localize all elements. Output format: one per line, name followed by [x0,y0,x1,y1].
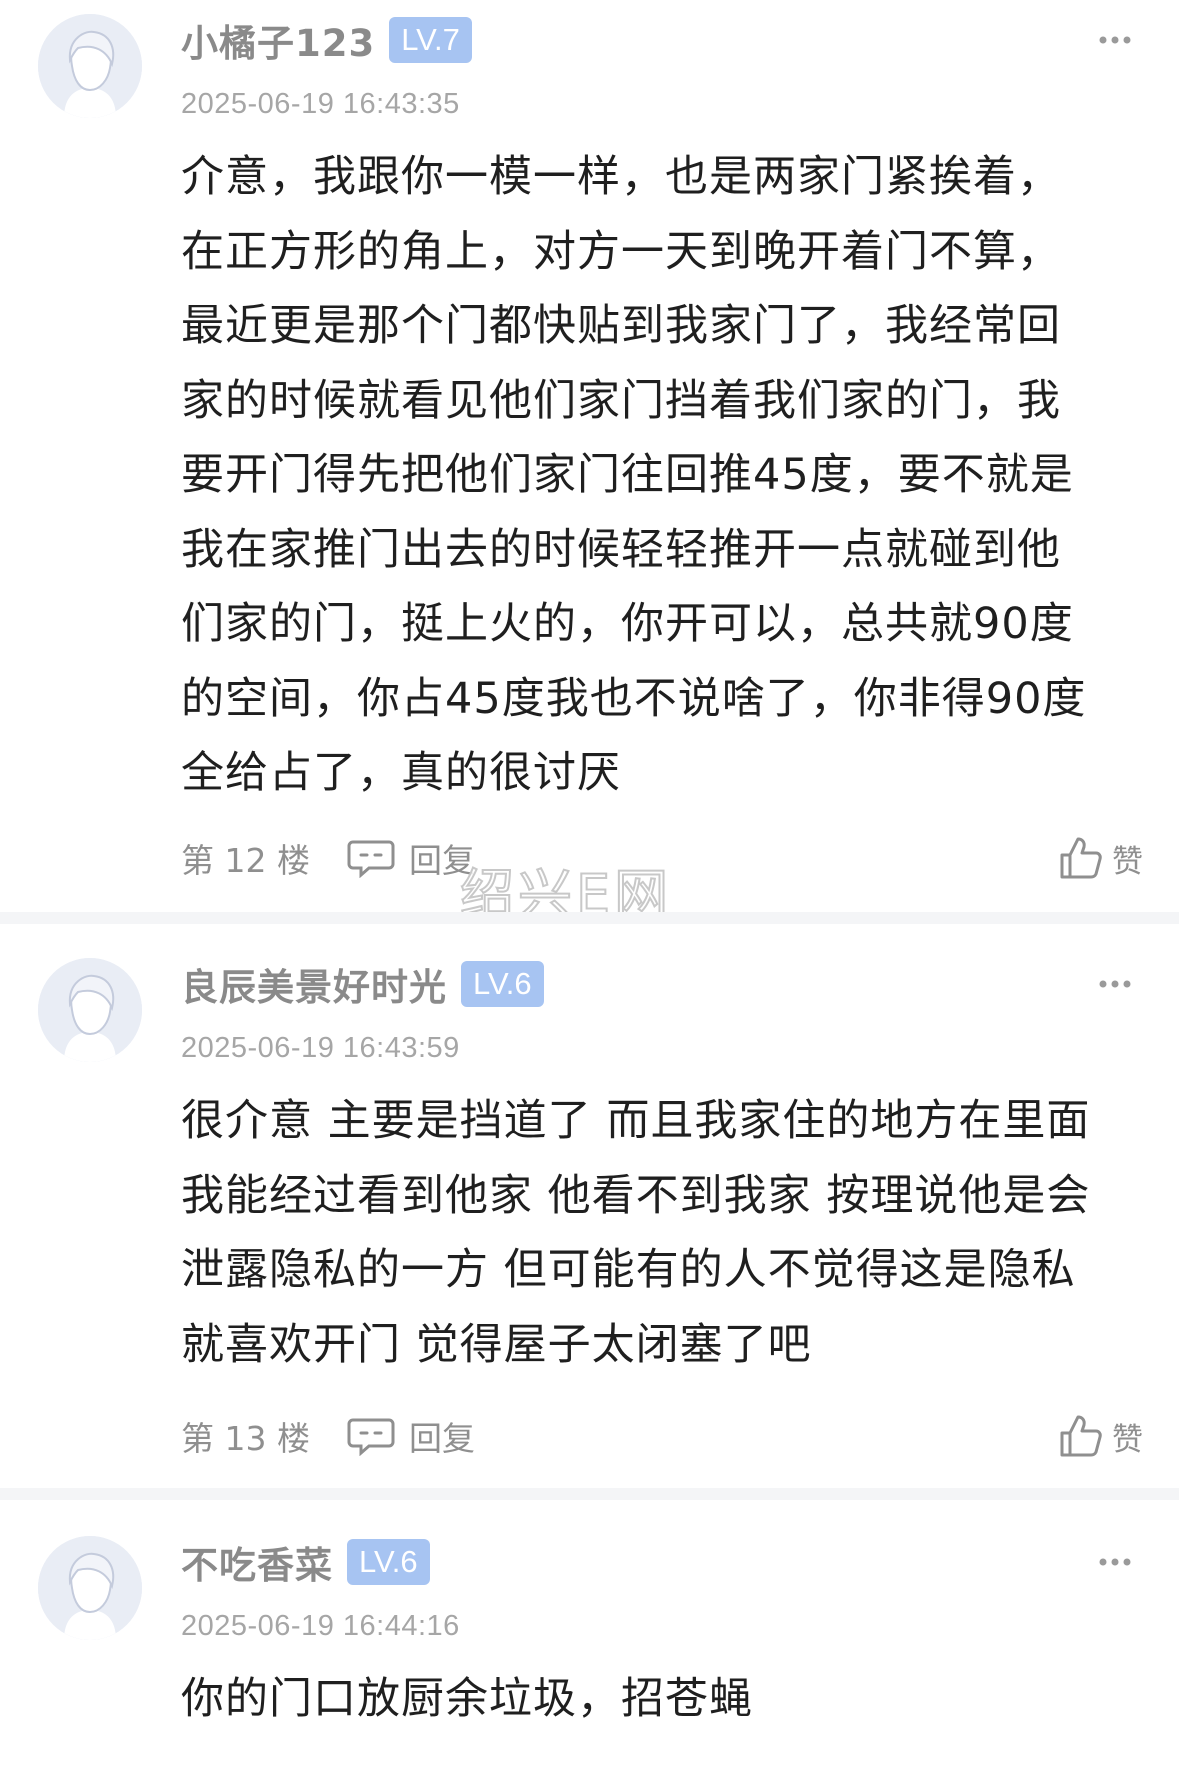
comment-header: 良辰美景好时光 LV.6 [181,958,544,1010]
reply-button[interactable]: 回复 [347,834,475,882]
comment-text: 很介意 主要是挡道了 而且我家住的地方在里面 我能经过看到他家 他看不到我家 按… [181,1096,1091,1370]
like-button[interactable]: 赞 [1058,1413,1143,1459]
reply-button[interactable]: 回复 [347,1412,475,1460]
comment-footer: 第 13 楼 回复 赞 [181,1408,1143,1464]
like-button[interactable]: 赞 [1058,835,1143,881]
divider [0,912,1179,924]
more-dots-icon[interactable] [1095,1552,1135,1572]
default-avatar-icon [38,14,142,118]
divider [0,1488,1179,1500]
username[interactable]: 不吃香菜 [181,1535,333,1589]
floor-number: 第 12 楼 [181,841,310,880]
reply-label: 回复 [409,1419,475,1458]
like-label: 赞 [1112,843,1143,880]
floor-number: 第 13 楼 [181,1419,310,1458]
comment-bubble-icon [347,840,395,878]
comment-timestamp: 2025-06-19 16:43:59 [181,1032,460,1064]
more-dots-icon[interactable] [1095,974,1135,994]
thumbs-up-icon [1060,837,1102,879]
comment-text: 介意，我跟你一模一样，也是两家门紧挨着， 在正方形的角上，对方一天到晚开着门不算… [181,152,1087,798]
more-dots-icon[interactable] [1095,30,1135,50]
level-badge: LV.6 [347,1539,430,1585]
user-avatar[interactable] [38,14,142,118]
comment-header: 小橘子123 LV.7 [181,14,472,66]
default-avatar-icon [38,1536,142,1640]
thumbs-up-icon [1060,1415,1102,1457]
comment-bubble-icon [347,1418,395,1456]
default-avatar-icon [38,958,142,1062]
like-label: 赞 [1112,1421,1143,1458]
level-badge: LV.6 [461,961,544,1007]
username[interactable]: 小橘子123 [181,13,375,67]
comment-timestamp: 2025-06-19 16:43:35 [181,88,460,120]
username[interactable]: 良辰美景好时光 [181,957,447,1011]
comment-item: 不吃香菜 LV.6 2025-06-19 16:44:16 你的门口放厨余垃圾，… [0,1522,1179,1772]
comment-header: 不吃香菜 LV.6 [181,1536,430,1588]
level-badge: LV.7 [389,17,472,63]
comment-timestamp: 2025-06-19 16:44:16 [181,1610,460,1642]
comment-text: 你的门口放厨余垃圾，招苍蝇 [181,1674,753,1724]
comment-item: 良辰美景好时光 LV.6 2025-06-19 16:43:59 很介意 主要是… [0,944,1179,1500]
user-avatar[interactable] [38,958,142,1062]
comment-item: 小橘子123 LV.7 2025-06-19 16:43:35 介意，我跟你一模… [0,0,1179,910]
user-avatar[interactable] [38,1536,142,1640]
